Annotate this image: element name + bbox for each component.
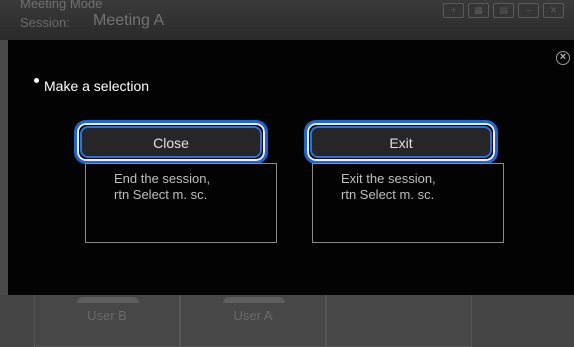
exit-description-line2: rtn Select m. sc.: [341, 187, 435, 202]
header-partial-title: Meeting Mode: [20, 0, 103, 11]
participant-tile-user-b[interactable]: User B: [34, 295, 180, 347]
session-name: Meeting A: [93, 12, 165, 29]
tile-tab: [77, 297, 139, 303]
close-description-line2: rtn Select m. sc.: [114, 187, 208, 202]
close-session-button[interactable]: Close: [74, 120, 268, 164]
tile-tab: [223, 297, 285, 303]
participant-bar: User B User A: [0, 295, 574, 347]
close-description-line1: End the session,: [114, 171, 211, 186]
header-toolbar: + ▦ ▤ – ✕: [443, 3, 564, 18]
participant-name: User A: [233, 308, 273, 323]
close-icon[interactable]: ×: [556, 51, 570, 65]
session-label: Session:: [20, 15, 70, 30]
exit-button-label: Exit: [310, 126, 492, 158]
exit-description-line1: Exit the session,: [341, 171, 436, 186]
layout-icon[interactable]: ▤: [493, 3, 514, 18]
add-icon[interactable]: +: [443, 3, 464, 18]
selection-dialog: × Make a selection Close End the session…: [8, 40, 574, 295]
app-header: Meeting Mode Session: Meeting A + ▦ ▤ – …: [0, 0, 574, 40]
close-window-icon[interactable]: ✕: [543, 3, 564, 18]
exit-session-button[interactable]: Exit: [304, 120, 498, 164]
exit-description: Exit the session, rtn Select m. sc.: [312, 163, 504, 243]
participant-name: User B: [87, 308, 127, 323]
close-button-label: Close: [80, 126, 262, 158]
close-description: End the session, rtn Select m. sc.: [85, 163, 277, 243]
participant-tile-empty: [326, 295, 472, 347]
bullet-icon: [34, 78, 39, 83]
grid-icon[interactable]: ▦: [468, 3, 489, 18]
minimize-icon[interactable]: –: [518, 3, 539, 18]
participant-tile-user-a[interactable]: User A: [180, 295, 326, 347]
dialog-prompt: Make a selection: [44, 78, 150, 94]
